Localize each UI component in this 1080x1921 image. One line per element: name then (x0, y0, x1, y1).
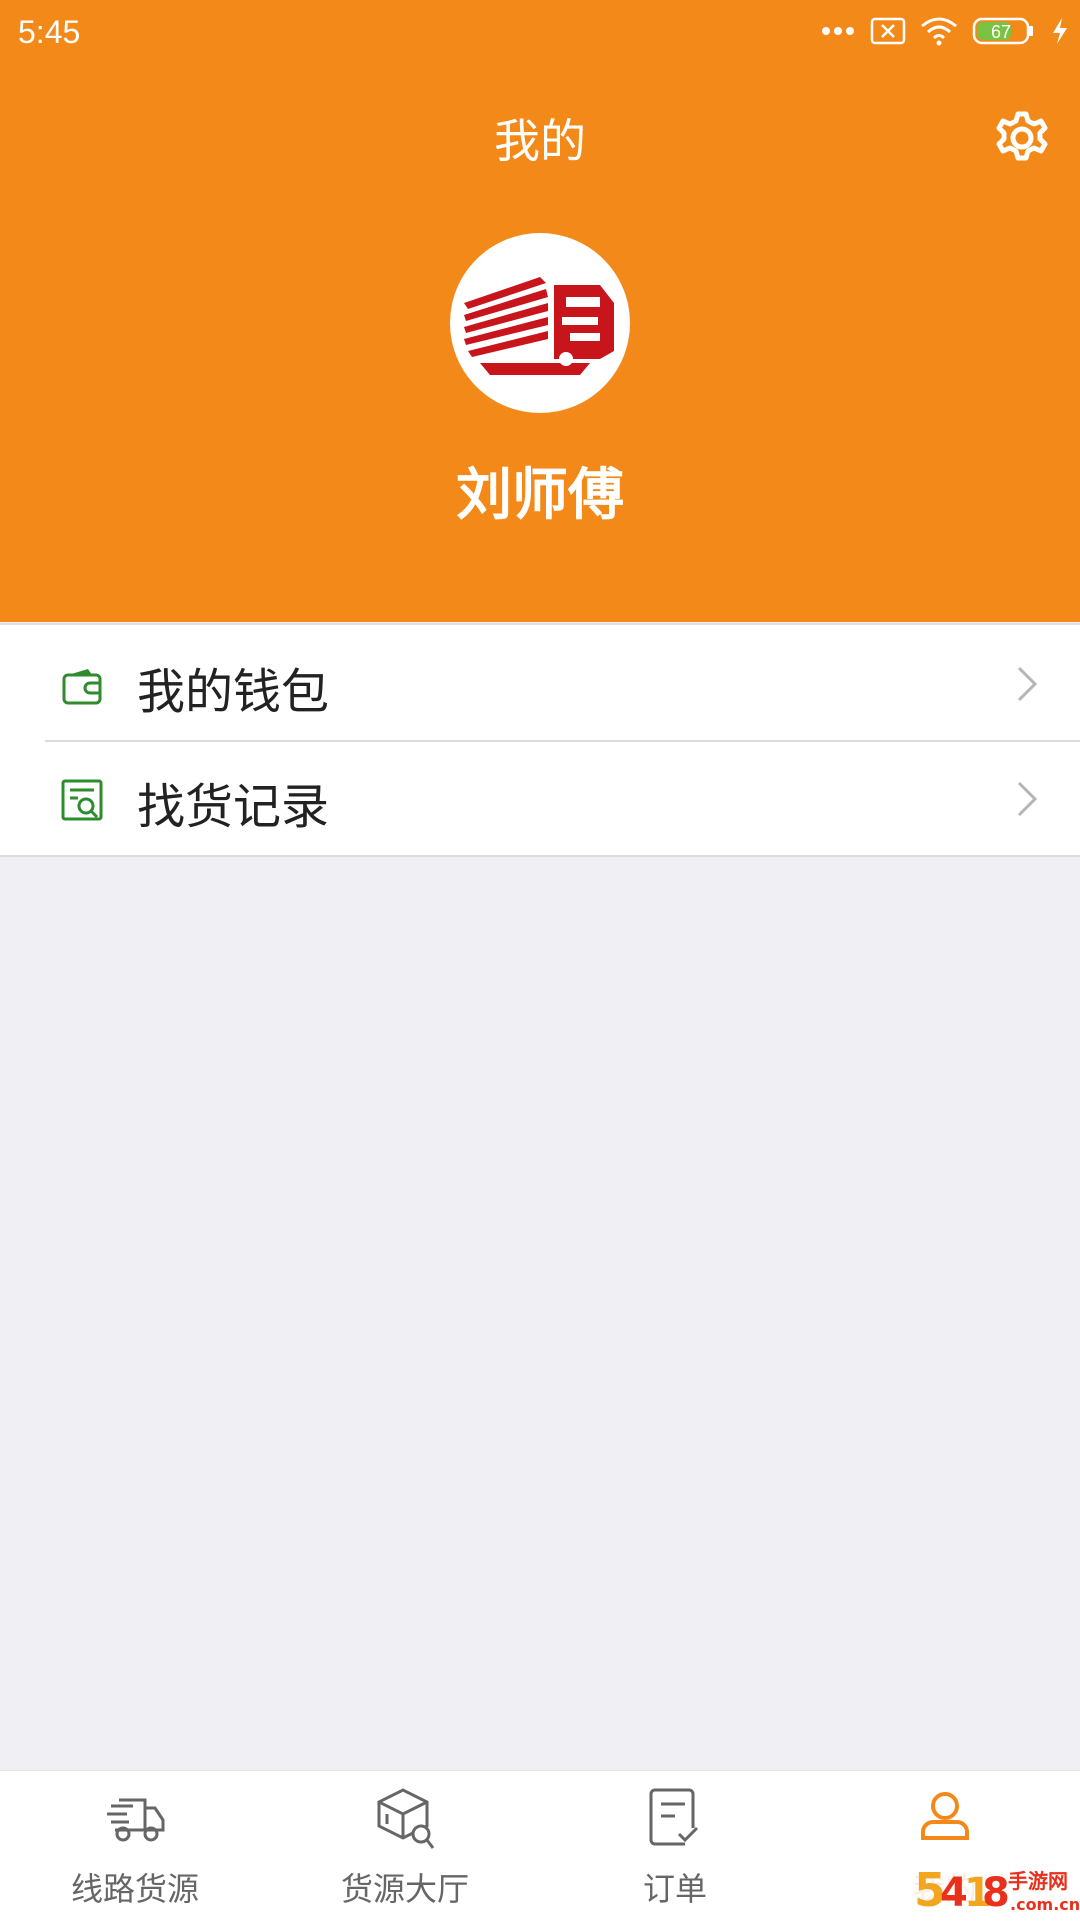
truck-icon (107, 1798, 165, 1842)
order-icon (649, 1788, 699, 1846)
menu-item-wallet[interactable]: 我的钱包 (0, 625, 1080, 740)
settings-button[interactable] (994, 110, 1050, 166)
wallet-icon (62, 669, 102, 705)
svg-text:.com.cn: .com.cn (1010, 1895, 1080, 1914)
battery-level: 67 (991, 22, 1011, 42)
status-icons: 67 (820, 16, 1070, 46)
avatar[interactable] (450, 233, 630, 413)
menu-item-search-record[interactable]: 找货记录 (0, 740, 1080, 855)
gear-icon (996, 111, 1048, 161)
battery-icon: 67 (972, 17, 1033, 45)
user-name: 刘师傅 (456, 463, 624, 528)
tab-cargo-hall[interactable]: 货源大厅 (270, 1771, 540, 1921)
status-time: 5:45 (18, 14, 81, 50)
svg-text:8: 8 (982, 1870, 1010, 1916)
truck-logo-icon (464, 277, 614, 375)
svg-text:手游网: 手游网 (1008, 1869, 1068, 1893)
page-title: 我的 (494, 114, 586, 168)
no-sim-icon (870, 17, 906, 45)
tab-label-route-cargo: 线路货源 (70, 1870, 199, 1908)
search-record-icon (61, 779, 103, 821)
tab-label-cargo-hall: 货源大厅 (340, 1870, 469, 1908)
tab-label-orders: 订单 (642, 1870, 707, 1908)
box-search-icon (377, 1788, 435, 1849)
chevron-right-icon (1017, 666, 1038, 702)
charging-icon (1053, 18, 1067, 44)
status-bar: 5:45 67 (0, 0, 1080, 75)
profile-menu: 我的钱包 找货记录 (0, 623, 1080, 857)
more-dots-icon (822, 27, 854, 35)
wifi-icon (921, 17, 957, 46)
tab-route-cargo[interactable]: 线路货源 (0, 1771, 270, 1921)
chevron-right-icon (1017, 781, 1038, 817)
watermark-logo: 5 4 1 8 手游网 .com.cn (910, 1858, 1080, 1920)
menu-label-search-record: 找货记录 (137, 779, 330, 835)
menu-label-wallet: 我的钱包 (137, 664, 330, 720)
tab-orders[interactable]: 订单 (540, 1771, 810, 1921)
profile-header: 我的 刘师傅 (0, 75, 1080, 622)
user-icon (921, 1792, 969, 1840)
